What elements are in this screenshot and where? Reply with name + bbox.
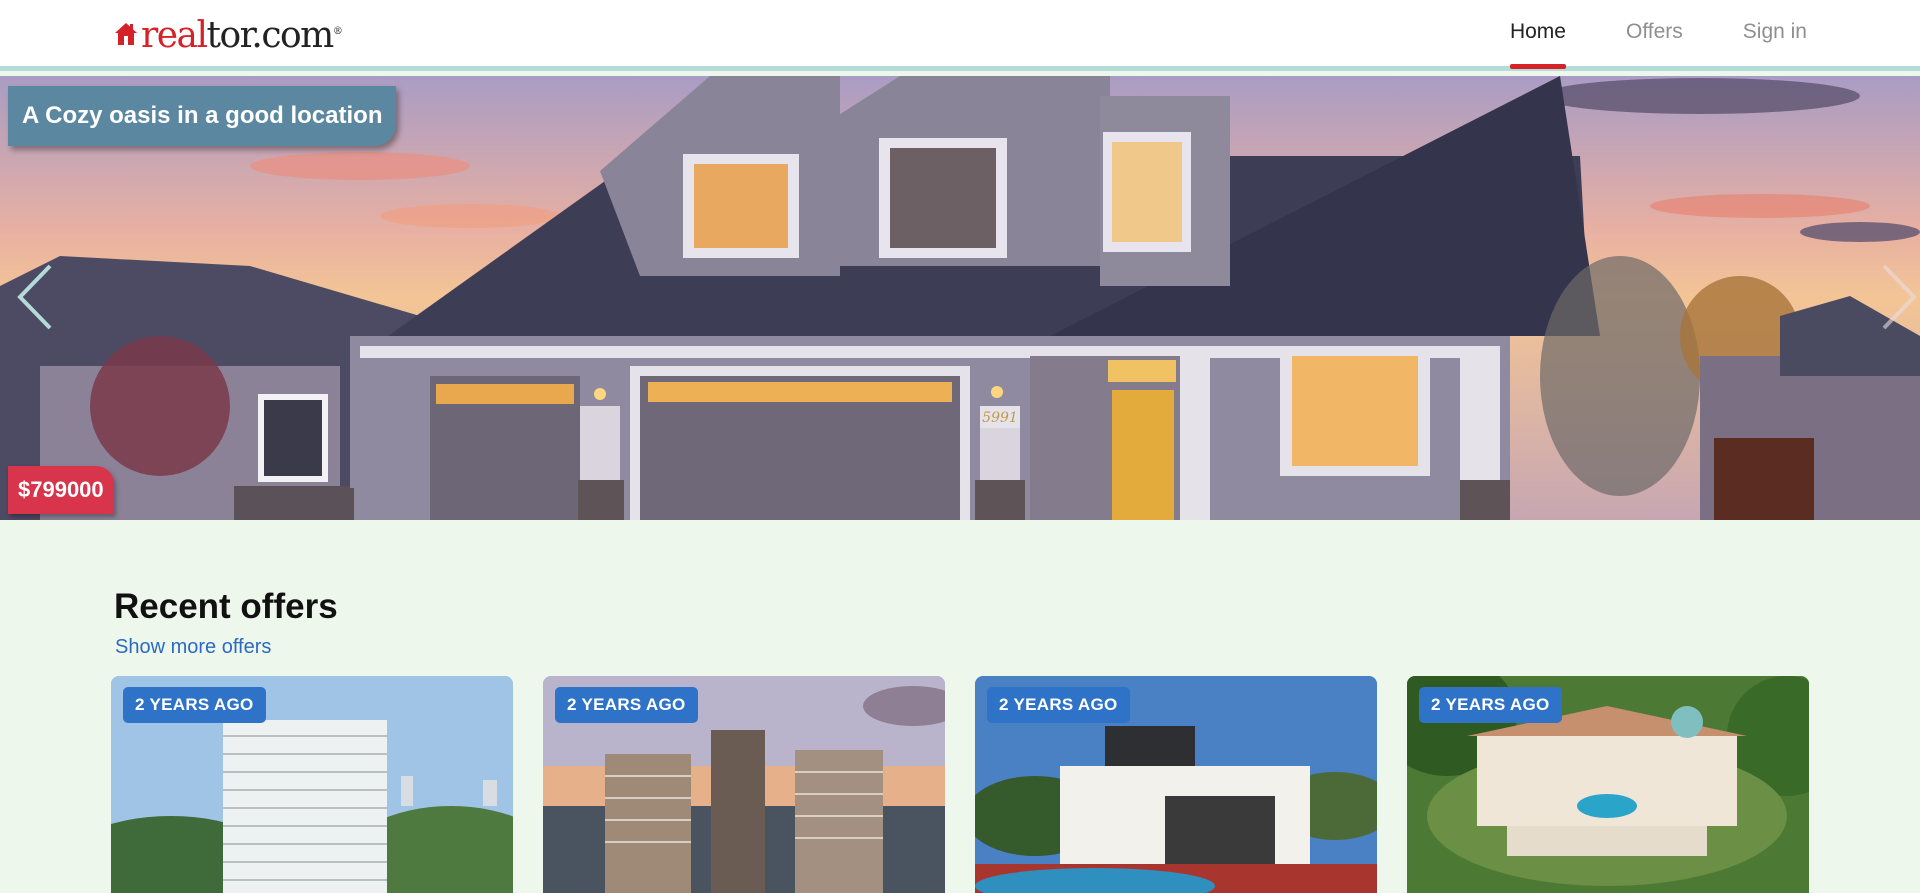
nav-offers[interactable]: Offers [1626,0,1683,66]
house-icon [115,23,137,45]
offer-card[interactable]: 2 YEARS AGO [975,676,1377,893]
carousel-prev-button[interactable] [14,262,58,332]
show-more-offers-link[interactable]: Show more offers [115,634,271,660]
listing-title-badge: A Cozy oasis in a good location [8,86,397,146]
nav-sign-in[interactable]: Sign in [1743,0,1807,66]
carousel-next-button[interactable] [1876,262,1920,332]
listing-age-badge: 2 YEARS AGO [123,687,266,723]
offer-card[interactable]: 2 YEARS AGO [111,676,513,893]
hero-carousel: 5991 A Cozy oasis in a good location $79… [0,76,1920,520]
chevron-right-icon [1882,264,1917,330]
offer-card[interactable]: 2 YEARS AGO [1407,676,1809,893]
realtor-logo[interactable]: realtor.com® [113,14,343,56]
listing-price-badge: $799000 [8,466,114,514]
listing-age-badge: 2 YEARS AGO [1419,687,1562,723]
recent-offers-title: Recent offers [114,587,338,626]
listing-age-badge: 2 YEARS AGO [555,687,698,723]
nav-home[interactable]: Home [1509,0,1567,69]
offer-card[interactable]: 2 YEARS AGO [543,676,945,893]
main-nav: Home Offers Sign in [1450,0,1807,71]
chevron-left-icon [17,264,52,330]
listing-age-badge: 2 YEARS AGO [987,687,1130,723]
recent-offers-grid: 2 YEARS AGO 2 YEARS AGO 2 YEARS AGO 2 YE… [111,676,1809,893]
logo-wordmark: realtor.com® [141,15,343,56]
house-number-text: 5991 [982,410,1018,426]
top-navbar: realtor.com® Home Offers Sign in [0,0,1920,71]
